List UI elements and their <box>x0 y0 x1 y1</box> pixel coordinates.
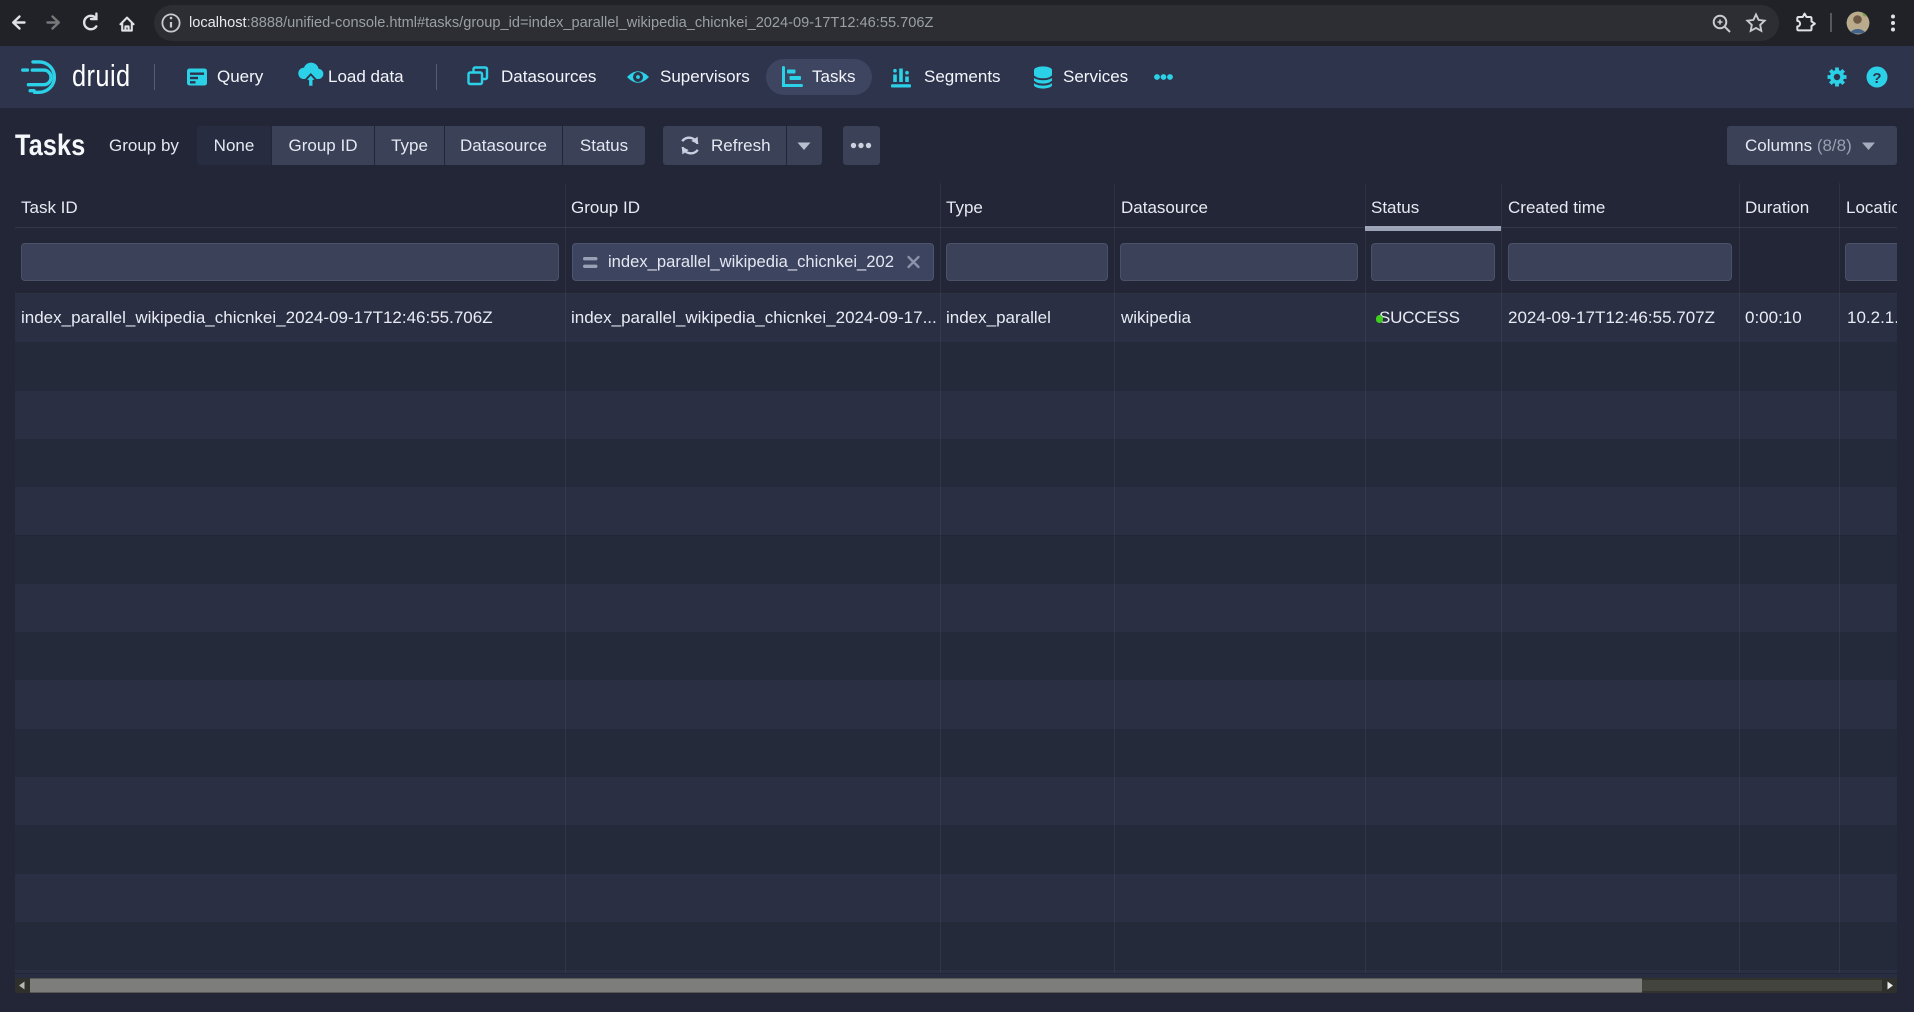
svg-text:?: ? <box>1872 70 1881 87</box>
